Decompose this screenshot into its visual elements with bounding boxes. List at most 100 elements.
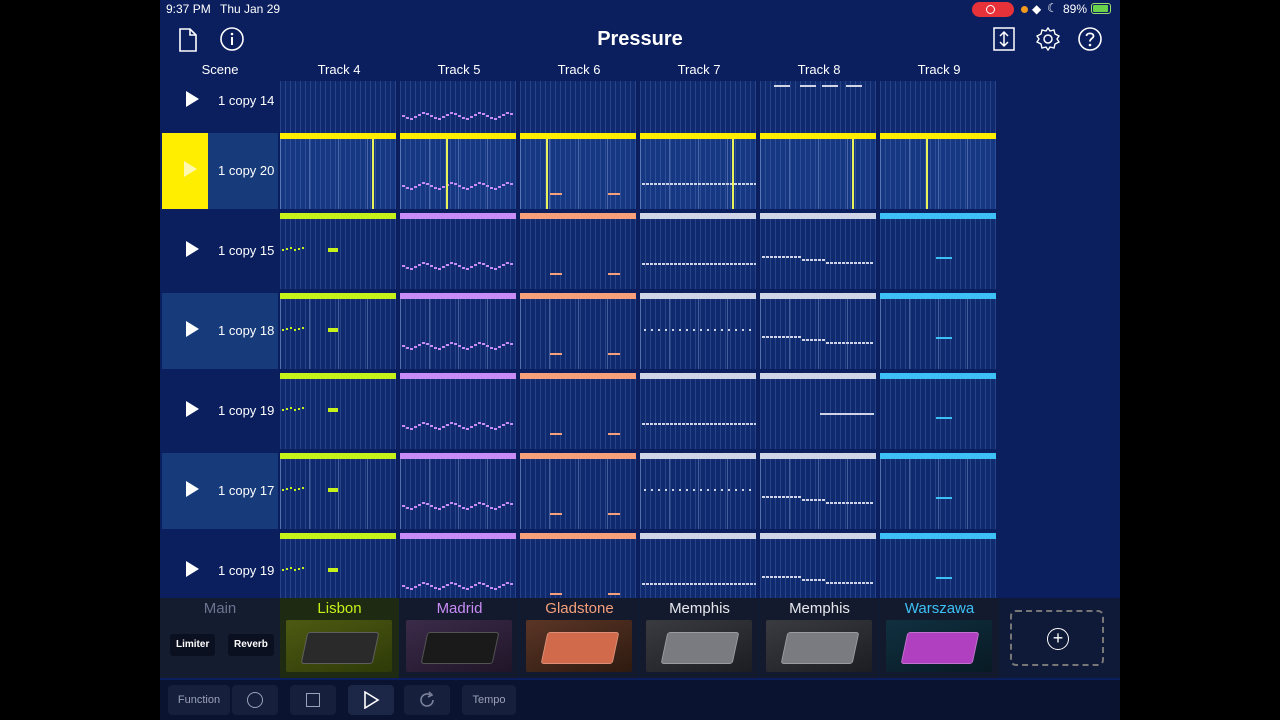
instrument-strip[interactable]: Memphis — [640, 598, 759, 678]
clip-cell[interactable] — [640, 81, 756, 139]
limiter-button[interactable]: Limiter — [170, 634, 216, 656]
clip-cell[interactable] — [400, 453, 516, 529]
gear-icon[interactable] — [1036, 27, 1060, 51]
clip-cell[interactable] — [400, 213, 516, 289]
note-mark — [810, 339, 813, 341]
main-strip[interactable]: Main Limiter Reverb — [160, 598, 280, 678]
play-icon[interactable] — [186, 401, 199, 417]
clip-cell[interactable] — [520, 293, 636, 369]
track-header[interactable]: Track 9 — [880, 62, 998, 77]
play-icon[interactable] — [186, 321, 199, 337]
instrument-strip[interactable]: Lisbon — [280, 598, 399, 678]
scene-launch-pad[interactable] — [162, 133, 208, 209]
clip-cell[interactable] — [640, 213, 756, 289]
clip-cell[interactable] — [280, 373, 396, 449]
clip-cell[interactable] — [280, 533, 396, 598]
clip-cell[interactable] — [520, 213, 636, 289]
instrument-strip[interactable]: Memphis — [760, 598, 879, 678]
loop-button[interactable] — [404, 685, 450, 715]
tempo-button[interactable]: Tempo — [462, 685, 516, 715]
clip-cell[interactable] — [400, 293, 516, 369]
scene-cell[interactable]: 1 copy 19 — [162, 533, 278, 598]
track-header[interactable]: Track 7 — [640, 62, 758, 77]
help-icon[interactable] — [1078, 27, 1102, 51]
play-icon[interactable] — [186, 481, 199, 497]
note-mark — [474, 264, 477, 266]
clip-cell[interactable] — [760, 373, 876, 449]
clip-lanes — [520, 379, 636, 449]
clip-cell[interactable] — [880, 533, 996, 598]
play-button[interactable] — [348, 685, 394, 715]
synth-thumbnail-icon[interactable] — [646, 620, 752, 672]
clip-cell[interactable] — [520, 453, 636, 529]
clip-cell[interactable] — [280, 293, 396, 369]
clip-cell[interactable] — [760, 533, 876, 598]
track-header[interactable]: Track 8 — [760, 62, 878, 77]
clip-cell[interactable] — [760, 213, 876, 289]
add-track-button[interactable]: + — [1010, 610, 1104, 666]
record-button[interactable] — [232, 685, 278, 715]
clip-cell[interactable] — [880, 133, 996, 209]
play-icon[interactable] — [186, 241, 199, 257]
note-mark — [286, 488, 288, 490]
clip-cell[interactable] — [640, 453, 756, 529]
scene-cell[interactable]: 1 copy 19 — [162, 373, 278, 449]
note-mark — [738, 423, 741, 425]
clip-cell[interactable] — [760, 81, 876, 139]
track-header[interactable]: Track 5 — [400, 62, 518, 77]
export-icon[interactable] — [993, 27, 1015, 51]
clip-cell[interactable] — [640, 133, 756, 209]
instrument-strip[interactable]: Warszawa — [880, 598, 999, 678]
clip-cell[interactable] — [400, 533, 516, 598]
synth-thumbnail-icon[interactable] — [766, 620, 872, 672]
note-mark — [754, 183, 756, 185]
clip-cell[interactable] — [880, 373, 996, 449]
clip-cell[interactable] — [520, 81, 636, 139]
clip-cell[interactable] — [760, 453, 876, 529]
scene-cell[interactable]: 1 copy 17 — [162, 453, 278, 529]
synth-thumbnail-icon[interactable] — [286, 620, 392, 672]
clip-cell[interactable] — [520, 533, 636, 598]
clip-cell[interactable] — [760, 293, 876, 369]
track-header[interactable]: Track 6 — [520, 62, 638, 77]
clip-cell[interactable] — [280, 213, 396, 289]
note-mark — [866, 262, 869, 264]
track-header[interactable]: Track 4 — [280, 62, 398, 77]
clip-cell[interactable] — [280, 453, 396, 529]
synth-thumbnail-icon[interactable] — [406, 620, 512, 672]
clip-cell[interactable] — [400, 133, 516, 209]
scene-cell[interactable]: 1 copy 14 — [162, 81, 278, 139]
synth-thumbnail-icon[interactable] — [526, 620, 632, 672]
clip-cell[interactable] — [880, 453, 996, 529]
scene-cell[interactable]: 1 copy 18 — [162, 293, 278, 369]
note-mark — [738, 183, 741, 185]
clip-lanes — [640, 379, 756, 449]
note-mark — [286, 328, 288, 330]
clip-cell[interactable] — [520, 133, 636, 209]
scene-cell[interactable]: 1 copy 20 — [162, 133, 278, 209]
instrument-strip[interactable]: Madrid — [400, 598, 519, 678]
instrument-strip[interactable]: Gladstone — [520, 598, 639, 678]
clip-cell[interactable] — [640, 373, 756, 449]
clip-cell[interactable] — [520, 373, 636, 449]
clip-cell[interactable] — [760, 133, 876, 209]
play-icon[interactable] — [186, 91, 199, 107]
scene-cell[interactable]: 1 copy 15 — [162, 213, 278, 289]
synth-thumbnail-icon[interactable] — [886, 620, 992, 672]
clip-cell[interactable] — [880, 81, 996, 139]
note-mark — [470, 586, 473, 588]
clip-cell[interactable] — [880, 293, 996, 369]
clip-cell[interactable] — [400, 81, 516, 139]
instrument-name: Madrid — [436, 600, 483, 617]
play-icon[interactable] — [186, 561, 199, 577]
stop-button[interactable] — [290, 685, 336, 715]
note-mark — [854, 342, 857, 344]
clip-cell[interactable] — [280, 133, 396, 209]
clip-cell[interactable] — [880, 213, 996, 289]
clip-cell[interactable] — [640, 533, 756, 598]
function-button[interactable]: Function — [168, 685, 230, 715]
reverb-button[interactable]: Reverb — [228, 634, 274, 656]
clip-cell[interactable] — [280, 81, 396, 139]
clip-cell[interactable] — [640, 293, 756, 369]
clip-cell[interactable] — [400, 373, 516, 449]
